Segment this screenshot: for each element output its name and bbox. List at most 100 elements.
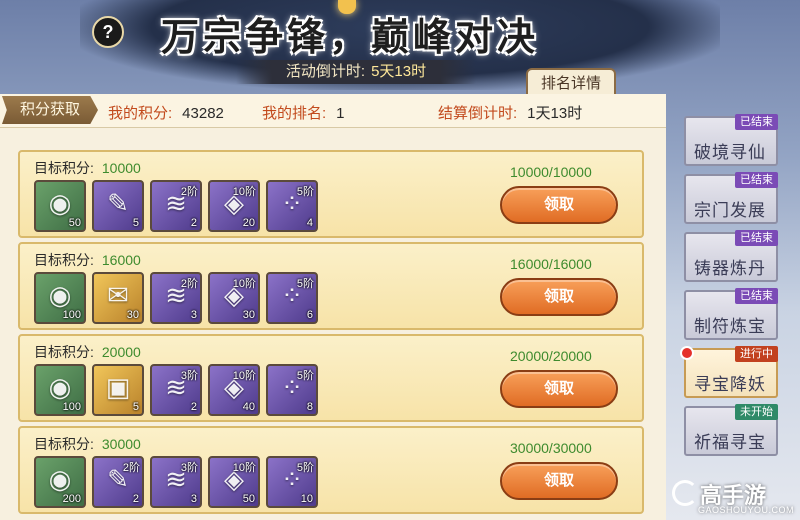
reward-progress: 16000/16000	[510, 256, 592, 272]
reward-item[interactable]: ▣ 5	[92, 364, 144, 416]
item-grade: 10阶	[232, 462, 256, 474]
reward-item[interactable]: ≋ 2阶 2	[150, 180, 202, 232]
status-badge: 已结束	[735, 230, 778, 246]
reward-item[interactable]: ◈ 10阶 20	[208, 180, 260, 232]
item-count: 8	[306, 401, 313, 413]
question-icon: ?	[102, 21, 114, 42]
activity-countdown-label: 活动倒计时:	[285, 63, 366, 80]
claim-button[interactable]: 领取	[500, 370, 618, 408]
settle-countdown-value: 1天13时	[527, 105, 583, 122]
reward-item[interactable]: ⁘ 5阶 6	[266, 272, 318, 324]
target-points: 目标积分: 16000	[34, 250, 141, 270]
status-badge: 已结束	[735, 288, 778, 304]
talisman-icon: ✉	[107, 280, 129, 310]
target-label: 目标积分:	[34, 252, 94, 268]
reward-item[interactable]: ≋ 3阶 2	[150, 364, 202, 416]
item-count: 10	[300, 493, 313, 505]
reward-item[interactable]: ◉ 50	[34, 180, 86, 232]
my-rank: 我的排名: 1	[262, 102, 345, 123]
item-count: 50	[68, 217, 81, 229]
tab-blessing[interactable]: 祈福寻宝 未开始	[684, 404, 778, 456]
target-label: 目标积分:	[34, 436, 94, 452]
item-grade: 10阶	[232, 186, 256, 198]
item-count: 100	[62, 309, 81, 321]
status-badge: 未开始	[735, 404, 778, 420]
status-badge: 已结束	[735, 172, 778, 188]
target-points: 目标积分: 10000	[34, 158, 141, 178]
reward-item[interactable]: ⁘ 5阶 8	[266, 364, 318, 416]
reward-progress: 30000/30000	[510, 440, 592, 456]
reward-item[interactable]: ⁘ 5阶 10	[266, 456, 318, 508]
tab-label: 铸器炼丹	[694, 259, 766, 278]
target-value: 10000	[101, 160, 141, 176]
reward-item[interactable]: ◈ 10阶 50	[208, 456, 260, 508]
tab-sect-development[interactable]: 宗门发展 已结束	[684, 172, 778, 224]
reward-item[interactable]: ◈ 10阶 40	[208, 364, 260, 416]
reward-item[interactable]: ≋ 2阶 3	[150, 272, 202, 324]
target-label: 目标积分:	[34, 344, 94, 360]
reward-item[interactable]: ✎ 2阶 2	[92, 456, 144, 508]
target-value: 30000	[101, 436, 141, 452]
item-grade: 2阶	[180, 278, 198, 290]
item-grade: 2阶	[122, 462, 140, 474]
reward-card: 目标积分: 10000 10000/10000 领取 ◉ 50 ✎ 5 ≋ 2阶 2 ◈ 1…	[18, 150, 644, 238]
settle-countdown: 结算倒计时: 1天13时	[438, 102, 582, 123]
item-grade: 5阶	[296, 462, 314, 474]
reward-item[interactable]: ◉ 200	[34, 456, 86, 508]
item-grade: 3阶	[180, 370, 198, 382]
reward-card: 目标积分: 30000 30000/30000 领取 ◉ 200 ✎ 2阶 2 ≋ 3阶 3…	[18, 426, 644, 514]
tab-treasure-hunt[interactable]: 寻宝降妖 进行中	[680, 346, 778, 398]
tab-label: 制符炼宝	[694, 317, 766, 336]
target-label: 目标积分:	[34, 160, 94, 176]
reward-item[interactable]: ◈ 10阶 30	[208, 272, 260, 324]
target-points: 目标积分: 20000	[34, 342, 141, 362]
item-grade: 5阶	[296, 278, 314, 290]
claim-button[interactable]: 领取	[500, 462, 618, 500]
activity-countdown: 活动倒计时: 5天13时	[236, 60, 476, 84]
item-grade: 10阶	[232, 370, 256, 382]
notification-dot	[680, 346, 694, 360]
target-points: 目标积分: 30000	[34, 434, 141, 454]
item-count: 5	[132, 217, 139, 229]
tab-talisman-treasure[interactable]: 制符炼宝 已结束	[684, 288, 778, 340]
reward-item[interactable]: ✎ 5	[92, 180, 144, 232]
help-button[interactable]: ?	[92, 16, 124, 48]
claim-button[interactable]: 领取	[500, 278, 618, 316]
reward-item[interactable]: ✉ 30	[92, 272, 144, 324]
item-count: 5	[132, 401, 139, 413]
reward-item[interactable]: ⁘ 5阶 4	[266, 180, 318, 232]
status-badge: 已结束	[735, 114, 778, 130]
item-count: 30	[126, 309, 139, 321]
reward-list[interactable]: 目标积分: 10000 10000/10000 领取 ◉ 50 ✎ 5 ≋ 2阶 2 ◈ 1…	[0, 128, 666, 520]
tab-breakthrough[interactable]: 破境寻仙 已结束	[684, 114, 778, 166]
item-count: 2	[190, 217, 197, 229]
reward-items: ◉ 100 ✉ 30 ≋ 2阶 3 ◈ 10阶 30 ⁘ 5阶 6	[34, 272, 318, 324]
target-value: 20000	[101, 344, 141, 360]
reward-items: ◉ 100 ▣ 5 ≋ 3阶 2 ◈ 10阶 40 ⁘ 5阶 8	[34, 364, 318, 416]
watermark-sub: GAOSHOUYOU.COM	[698, 505, 795, 515]
item-count: 3	[190, 493, 197, 505]
reward-progress: 10000/10000	[510, 164, 592, 180]
item-count: 2	[190, 401, 197, 413]
settle-countdown-label: 结算倒计时:	[438, 105, 518, 122]
reward-item[interactable]: ≋ 3阶 3	[150, 456, 202, 508]
watermark: 高手游 GAOSHOUYOU.COM	[672, 478, 796, 518]
page-title: 万宗争锋，巅峰对决	[160, 14, 539, 59]
tab-forging-alchemy[interactable]: 铸器炼丹 已结束	[684, 230, 778, 282]
reward-items: ◉ 200 ✎ 2阶 2 ≋ 3阶 3 ◈ 10阶 50 ⁘ 5阶 10	[34, 456, 318, 508]
scroll-book-icon: ✎	[107, 188, 129, 218]
points-acquire-tab[interactable]: 积分获取	[2, 96, 98, 124]
logo-icon	[672, 480, 698, 506]
tab-label: 宗门发展	[694, 201, 766, 220]
item-grade: 10阶	[232, 278, 256, 290]
jade-ring-icon: ◉	[48, 464, 72, 494]
claim-button[interactable]: 领取	[500, 186, 618, 224]
item-count: 4	[306, 217, 313, 229]
item-count: 3	[190, 309, 197, 321]
item-count: 30	[242, 309, 255, 321]
reward-item[interactable]: ◉ 100	[34, 364, 86, 416]
reward-items: ◉ 50 ✎ 5 ≋ 2阶 2 ◈ 10阶 20 ⁘ 5阶 4	[34, 180, 318, 232]
target-value: 16000	[101, 252, 141, 268]
reward-item[interactable]: ◉ 100	[34, 272, 86, 324]
my-points: 我的积分: 43282	[108, 102, 224, 123]
